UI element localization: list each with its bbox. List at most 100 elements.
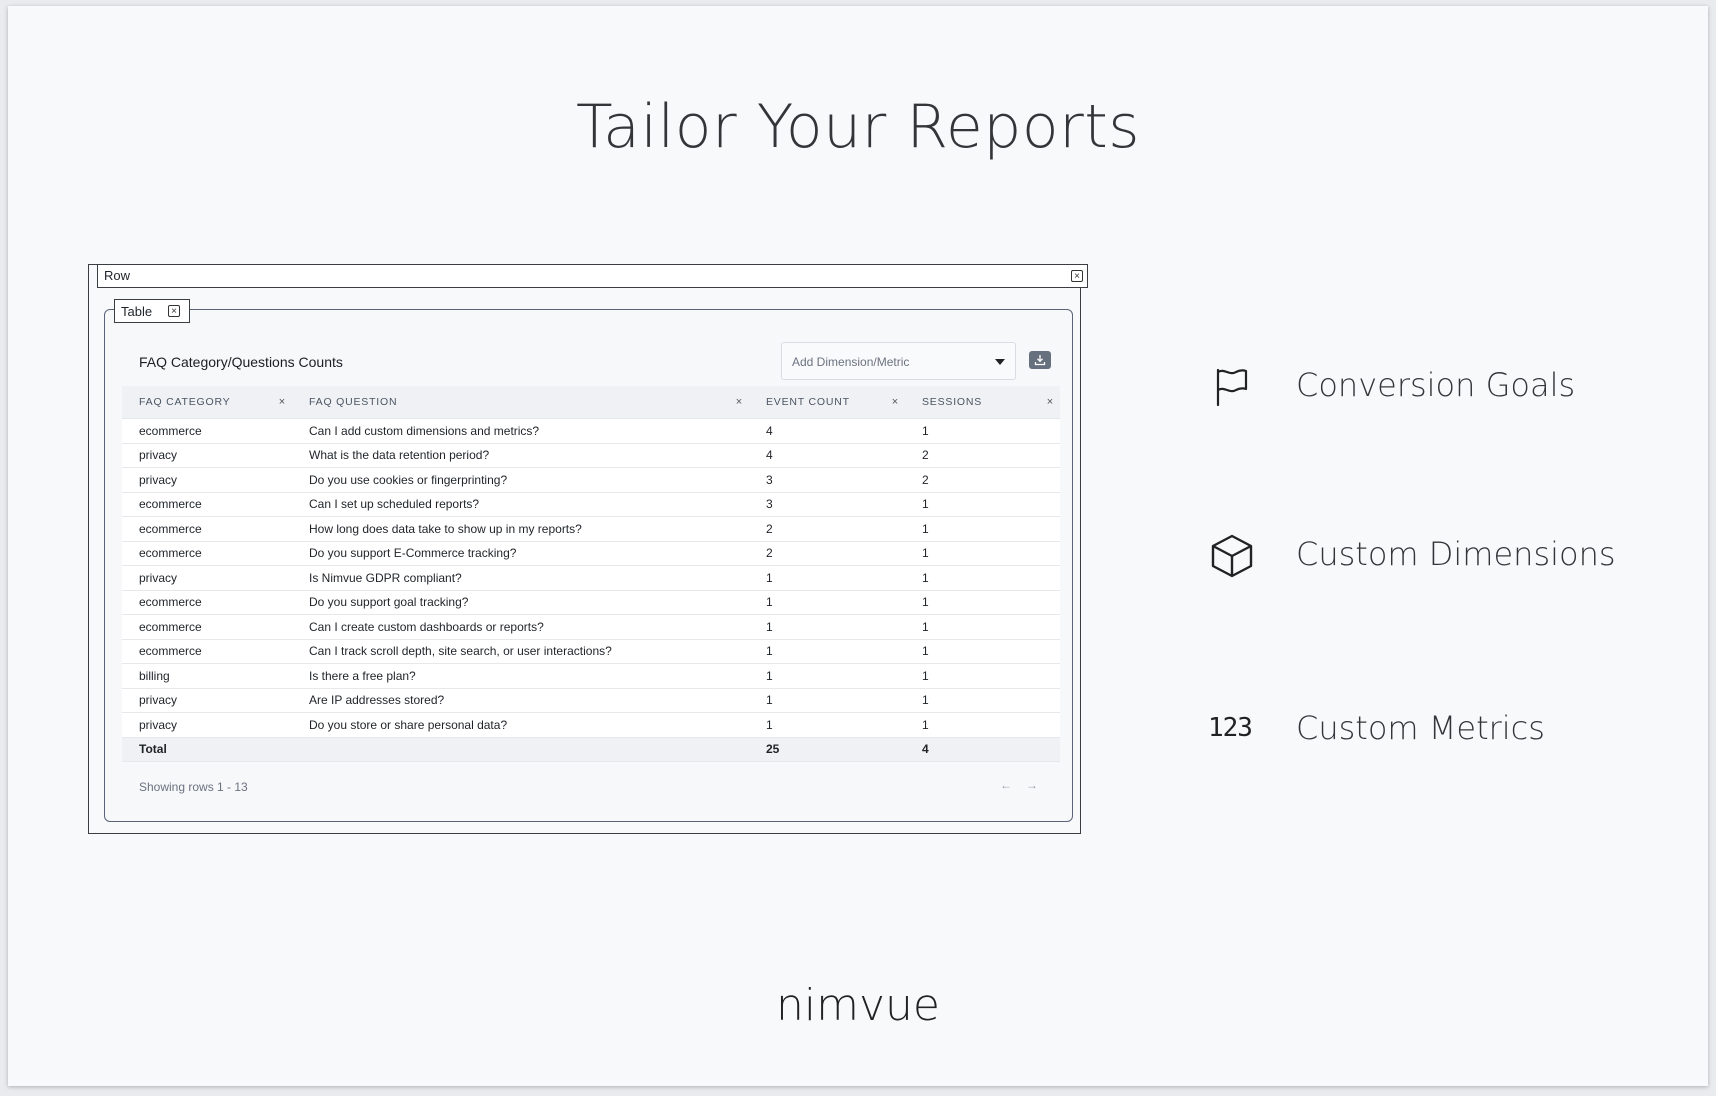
next-page-button[interactable]: → <box>1026 778 1038 792</box>
table-cell: ecommerce <box>122 492 292 517</box>
total-sessions: 4 <box>905 737 1060 762</box>
table-cell: Is there a free plan? <box>292 663 749 689</box>
remove-column-icon[interactable]: × <box>279 396 286 408</box>
table-row: billing Is there a free plan? 1 1 <box>122 663 1060 689</box>
table-cell: 1 <box>905 541 1060 566</box>
column-header-label: EVENT COUNT <box>766 396 850 408</box>
column-header-label: FAQ CATEGORY <box>139 396 231 408</box>
table-row: privacy Are IP addresses stored? 1 1 <box>122 688 1060 713</box>
remove-column-icon[interactable]: × <box>1047 396 1054 408</box>
download-button[interactable] <box>1029 351 1051 369</box>
table-cell: privacy <box>122 467 292 493</box>
numbers-icon: 123 <box>1208 713 1253 743</box>
feature-conversion-goals: Conversion Goals <box>1296 366 1576 404</box>
table-row: privacy Is Nimvue GDPR compliant? 1 1 <box>122 565 1060 591</box>
row-label: Row <box>104 268 131 283</box>
cube-icon <box>1211 534 1253 578</box>
table-cell: 1 <box>905 418 1060 444</box>
remove-column-icon[interactable]: × <box>736 396 743 408</box>
caret-down-icon <box>995 359 1005 365</box>
dropdown-placeholder: Add Dimension/Metric <box>792 355 910 369</box>
table-cell: 1 <box>749 639 905 664</box>
table-cell: 1 <box>749 712 905 738</box>
table-cell: How long does data take to show up in my… <box>292 516 749 542</box>
table-row: ecommerce How long does data take to show… <box>122 516 1060 542</box>
table-cell: 1 <box>749 614 905 640</box>
table-row: ecommerce Can I create custom dashboards … <box>122 614 1060 640</box>
table-header-row: FAQ CATEGORY × FAQ QUESTION × EVENT COUNT ×… <box>122 386 1060 419</box>
table-row: privacy Do you store or share personal da… <box>122 712 1060 738</box>
table-cell: 1 <box>905 516 1060 542</box>
table-cell: Do you support E-Commerce tracking? <box>292 541 749 566</box>
table-row: ecommerce Can I add custom dimensions and… <box>122 418 1060 444</box>
table-cell: 4 <box>749 443 905 468</box>
table-cell: 1 <box>905 492 1060 517</box>
table-cell: ecommerce <box>122 418 292 444</box>
flag-icon <box>1216 368 1248 407</box>
table-cell: 2 <box>749 516 905 542</box>
table-cell: Can I add custom dimensions and metrics? <box>292 418 749 444</box>
table-cell: 1 <box>905 590 1060 615</box>
column-header: FAQ QUESTION × <box>292 386 749 419</box>
table-cell: 1 <box>749 565 905 591</box>
table-cell: 3 <box>749 492 905 517</box>
table-cell: 1 <box>749 663 905 689</box>
table-cell: 1 <box>749 590 905 615</box>
table-cell: 3 <box>749 467 905 493</box>
table-cell: privacy <box>122 688 292 713</box>
column-header-label: FAQ QUESTION <box>309 396 398 408</box>
table-cell: 2 <box>905 443 1060 468</box>
table-cell <box>292 737 749 762</box>
table-cell: 1 <box>749 688 905 713</box>
table-cell: Are IP addresses stored? <box>292 688 749 713</box>
table-cell: billing <box>122 663 292 689</box>
table-cell: 2 <box>749 541 905 566</box>
table-label: Table <box>121 304 153 319</box>
table-cell: What is the data retention period? <box>292 443 749 468</box>
table-cell: ecommerce <box>122 590 292 615</box>
total-event-count: 25 <box>749 737 905 762</box>
column-header: EVENT COUNT × <box>749 386 905 419</box>
table-cell: 1 <box>905 639 1060 664</box>
table-cell: 1 <box>905 614 1060 640</box>
table-cell: 4 <box>749 418 905 444</box>
card-title: FAQ Category/Questions Counts <box>139 354 343 370</box>
table-row: ecommerce Can I set up scheduled reports?… <box>122 492 1060 517</box>
feature-custom-dimensions: Custom Dimensions <box>1296 535 1616 573</box>
table-cell: ecommerce <box>122 639 292 664</box>
table-row: privacy What is the data retention period… <box>122 443 1060 468</box>
table-cell: ecommerce <box>122 541 292 566</box>
table-cell: Can I track scroll depth, site search, o… <box>292 639 749 664</box>
table-row: ecommerce Can I track scroll depth, site … <box>122 639 1060 664</box>
table-cell: Is Nimvue GDPR compliant? <box>292 565 749 591</box>
table-row: ecommerce Do you support goal tracking? 1 1 <box>122 590 1060 615</box>
table-cell: 2 <box>905 467 1060 493</box>
table-cell: Do you store or share personal data? <box>292 712 749 738</box>
table-cell: privacy <box>122 443 292 468</box>
faq-table: FAQ CATEGORY × FAQ QUESTION × EVENT COUNT ×… <box>122 386 1060 762</box>
table-cell: privacy <box>122 565 292 591</box>
column-header: SESSIONS × <box>905 386 1060 419</box>
row-close-button[interactable]: × <box>1071 270 1083 282</box>
table-cell: 1 <box>905 565 1060 591</box>
row-header: Row × <box>97 264 1088 288</box>
table-cell: 1 <box>905 688 1060 713</box>
feature-custom-metrics: Custom Metrics <box>1296 709 1545 747</box>
prev-page-button[interactable]: ← <box>1000 778 1012 792</box>
table-cell: Can I set up scheduled reports? <box>292 492 749 517</box>
table-row: ecommerce Do you support E-Commerce track… <box>122 541 1060 566</box>
add-dimension-dropdown[interactable]: Add Dimension/Metric <box>781 342 1016 380</box>
table-close-button[interactable]: × <box>168 305 180 317</box>
total-label: Total <box>122 737 292 762</box>
remove-column-icon[interactable]: × <box>892 396 899 408</box>
page-title: Tailor Your Reports <box>575 92 1141 162</box>
table-row: privacy Do you use cookies or fingerprint… <box>122 467 1060 493</box>
table-cell: Can I create custom dashboards or report… <box>292 614 749 640</box>
table-cell: ecommerce <box>122 614 292 640</box>
brand-logo: nimvue <box>776 980 940 1031</box>
table-cell: 1 <box>905 712 1060 738</box>
download-icon <box>1034 355 1046 366</box>
table-cell: Do you use cookies or fingerprinting? <box>292 467 749 493</box>
table-cell: privacy <box>122 712 292 738</box>
table-tab: Table × <box>114 299 190 323</box>
